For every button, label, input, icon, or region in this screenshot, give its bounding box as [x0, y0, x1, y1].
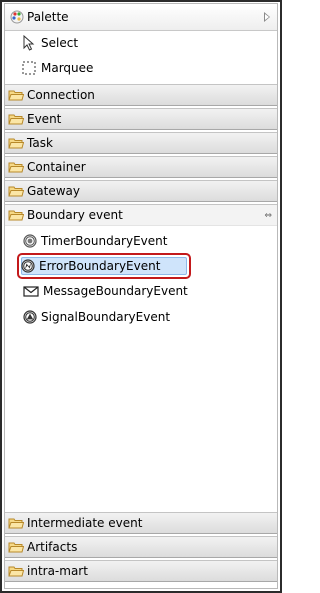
select-tool[interactable]: Select	[21, 33, 78, 53]
entry-label: TimerBoundaryEvent	[41, 234, 168, 248]
folder-icon	[8, 114, 24, 125]
drawer-artifacts[interactable]: Artifacts	[5, 536, 277, 558]
collapse-palette-icon[interactable]	[264, 12, 270, 22]
drawer-container[interactable]: Container	[5, 156, 277, 178]
drawer-label: Gateway	[27, 184, 81, 198]
drawer-event[interactable]: Event	[5, 108, 277, 130]
palette-entry-message-boundary-event[interactable]: MessageBoundaryEvent	[21, 280, 192, 302]
signal-event-icon	[23, 310, 37, 324]
timer-event-icon	[23, 234, 37, 248]
drawer-intermediate-event[interactable]: Intermediate event	[5, 512, 277, 534]
drawer-gateway[interactable]: Gateway	[5, 180, 277, 202]
drawer-label: Task	[27, 136, 53, 150]
drawer-label: Event	[27, 112, 62, 126]
folder-icon	[8, 566, 24, 577]
folder-icon	[8, 542, 24, 553]
drawer-label: Intermediate event	[27, 516, 143, 530]
palette-entry-error-boundary-event[interactable]: ErrorBoundaryEvent	[17, 253, 191, 279]
drawer-connection[interactable]: Connection	[5, 84, 277, 106]
palette-icon	[10, 10, 24, 24]
folder-icon	[8, 518, 24, 529]
palette-header[interactable]: Palette	[5, 4, 277, 31]
entry-label: SignalBoundaryEvent	[41, 310, 171, 324]
entry-label: MessageBoundaryEvent	[43, 284, 188, 298]
marquee-tool-label: Marquee	[41, 61, 94, 75]
select-tool-label: Select	[41, 36, 79, 50]
drawer-intra-mart[interactable]: intra-mart	[5, 560, 277, 582]
folder-icon	[8, 90, 24, 101]
drawer-label: Boundary event	[27, 208, 123, 222]
palette-body: Palette Select Marquee Connection Event …	[4, 3, 278, 589]
drawer-label: intra-mart	[27, 564, 88, 578]
arrow-cursor-icon	[23, 35, 35, 51]
palette-entry-signal-boundary-event[interactable]: SignalBoundaryEvent	[21, 306, 174, 328]
folder-icon	[8, 162, 24, 173]
pin-drawer-icon[interactable]: ⇔	[264, 211, 272, 221]
marquee-icon	[22, 61, 36, 75]
palette-title: Palette	[27, 10, 69, 24]
drawer-label: Container	[27, 160, 86, 174]
palette-entry-timer-boundary-event[interactable]: TimerBoundaryEvent	[21, 230, 171, 252]
drawer-boundary-event[interactable]: Boundary event ⇔	[5, 204, 277, 226]
palette-panel: Palette Select Marquee Connection Event …	[0, 0, 282, 593]
drawer-label: Connection	[27, 88, 95, 102]
drawer-label: Artifacts	[27, 540, 78, 554]
entry-label: ErrorBoundaryEvent	[39, 259, 161, 273]
marquee-tool[interactable]: Marquee	[21, 58, 93, 78]
error-event-icon	[21, 259, 35, 273]
open-folder-icon	[8, 210, 24, 221]
drawer-task[interactable]: Task	[5, 132, 277, 154]
envelope-icon	[23, 286, 39, 297]
folder-icon	[8, 138, 24, 149]
folder-icon	[8, 186, 24, 197]
